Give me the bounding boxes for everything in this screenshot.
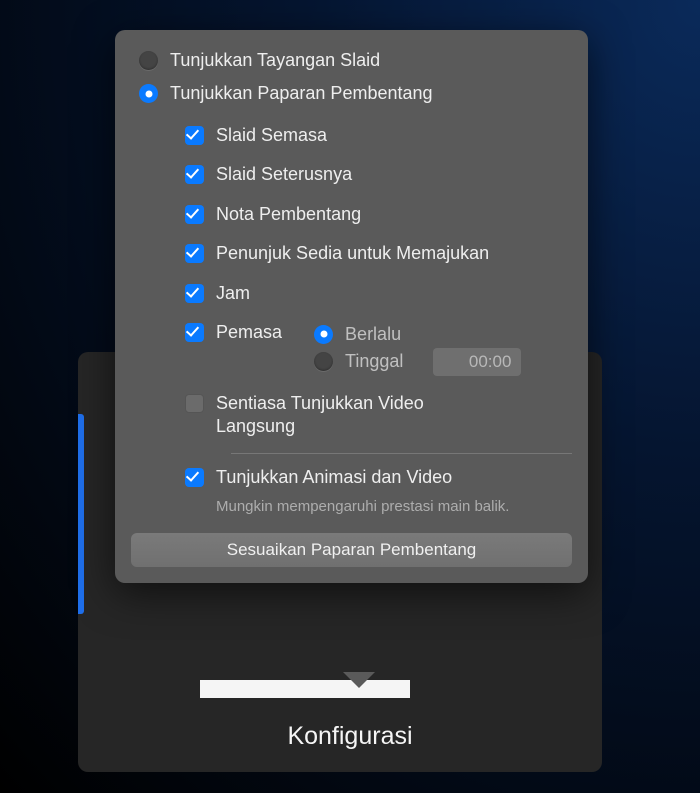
panel-accent [78,414,84,614]
helper-text: Mungkin mempengaruhi prestasi main balik… [177,497,572,525]
checkbox-label: Slaid Semasa [216,124,327,147]
checkbox-label: Penunjuk Sedia untuk Memajukan [216,242,489,265]
checkbox-clock[interactable]: Jam [177,274,572,313]
checkbox-icon [185,244,204,263]
radio-label: Tunjukkan Paparan Pembentang [170,83,433,104]
checkbox-icon [185,205,204,224]
checkbox-animations-video[interactable]: Tunjukkan Animasi dan Video [177,458,572,497]
customize-presenter-display-button[interactable]: Sesuaikan Paparan Pembentang [131,533,572,567]
checkbox-icon [185,284,204,303]
radio-label: Tinggal [345,351,403,372]
radio-show-presenter-display[interactable]: Tunjukkan Paparan Pembentang [131,77,572,110]
checkbox-icon [185,126,204,145]
radio-timer-remaining[interactable]: Tinggal [314,348,403,375]
checkbox-label: Tunjukkan Animasi dan Video [216,466,452,489]
timer-group: Pemasa Berlalu Tinggal 00:00 [177,313,572,384]
checkbox-timer[interactable] [185,323,204,342]
radio-icon [314,352,333,371]
timer-options: Berlalu Tinggal 00:00 [314,321,521,376]
presenter-options-group: Slaid Semasa Slaid Seterusnya Nota Pembe… [131,116,572,525]
checkbox-label: Slaid Seterusnya [216,163,352,186]
checkbox-current-slide[interactable]: Slaid Semasa [177,116,572,155]
checkbox-label: Jam [216,282,250,305]
timer-value-field[interactable]: 00:00 [433,348,521,376]
radio-timer-elapsed[interactable]: Berlalu [314,321,521,348]
checkbox-icon [185,394,204,413]
radio-label: Berlalu [345,324,401,345]
checkbox-label: Pemasa [216,322,282,343]
configure-label[interactable]: Konfigurasi [0,722,700,751]
radio-icon [139,51,158,70]
radio-label: Tunjukkan Tayangan Slaid [170,50,380,71]
checkbox-label: Sentiasa Tunjukkan Video Langsung [216,392,476,439]
checkbox-live-video[interactable]: Sentiasa Tunjukkan Video Langsung [177,384,572,447]
checkbox-ready-advance[interactable]: Penunjuk Sedia untuk Memajukan [177,234,572,273]
radio-icon [139,84,158,103]
thumbnail-strip [200,680,410,698]
checkbox-presenter-notes[interactable]: Nota Pembentang [177,195,572,234]
checkbox-icon [185,165,204,184]
radio-show-slideshow[interactable]: Tunjukkan Tayangan Slaid [131,44,572,77]
checkbox-label: Nota Pembentang [216,203,361,226]
divider [231,453,572,454]
checkbox-next-slide[interactable]: Slaid Seterusnya [177,155,572,194]
checkbox-icon [185,468,204,487]
configure-popover: Tunjukkan Tayangan Slaid Tunjukkan Papar… [115,30,588,583]
popover-tail-icon [343,672,375,688]
radio-icon [314,325,333,344]
